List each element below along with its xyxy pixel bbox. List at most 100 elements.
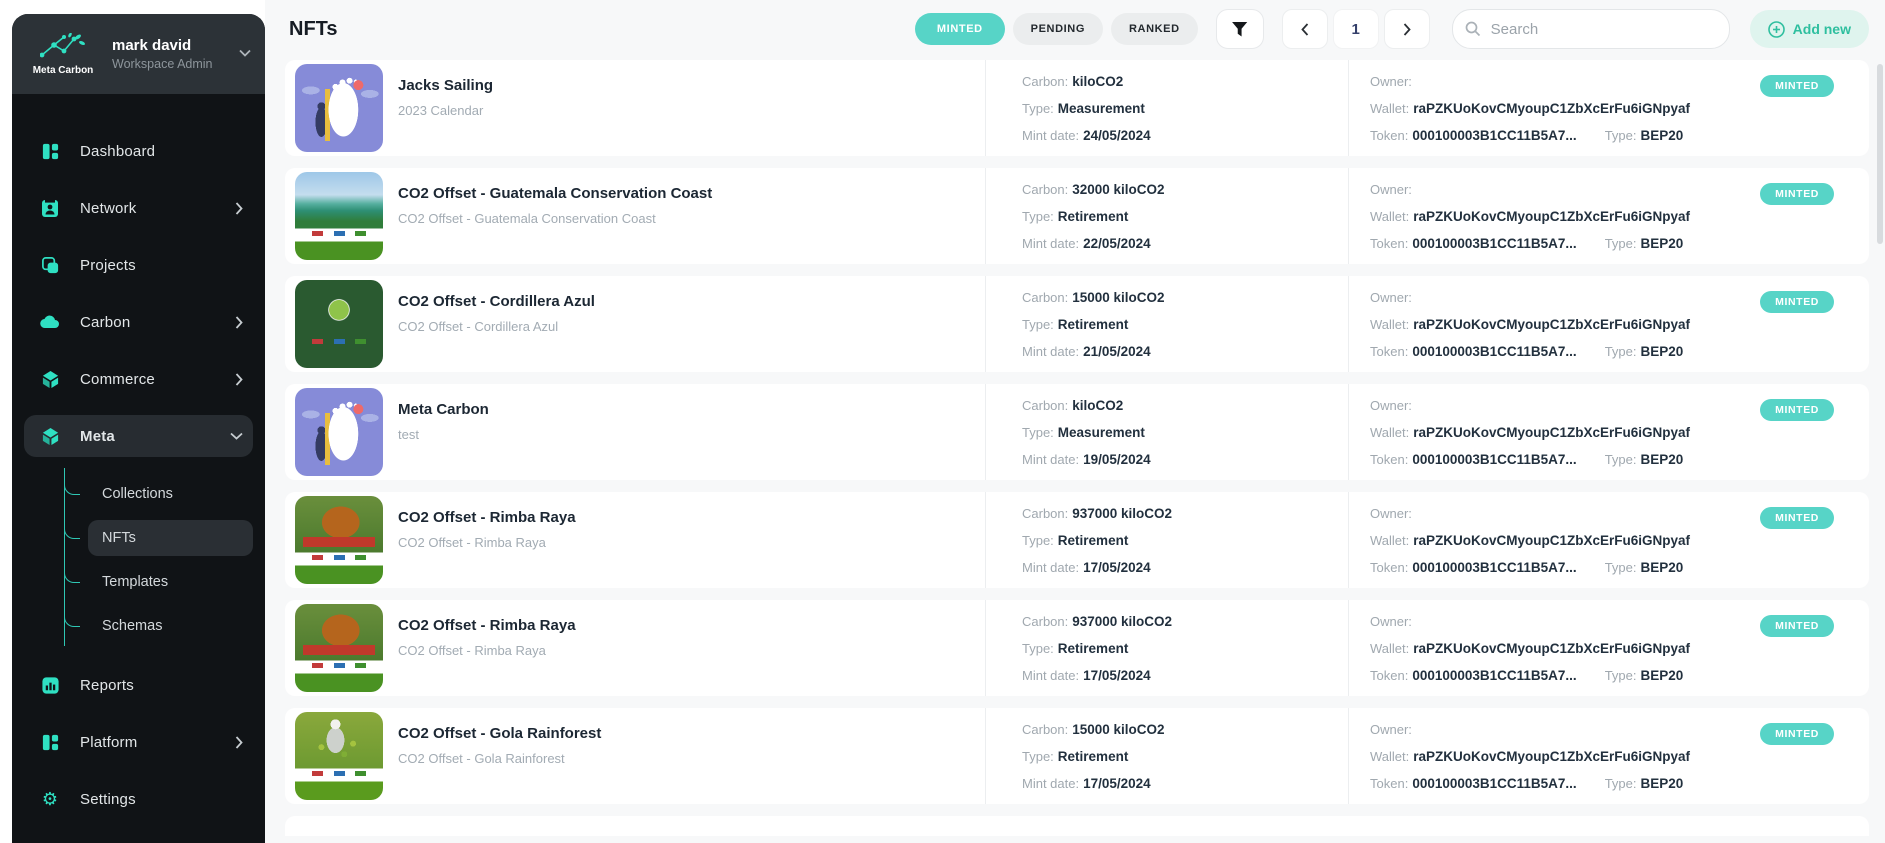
column-divider	[985, 60, 986, 156]
vertical-scrollbar[interactable]	[1877, 64, 1883, 244]
projects-icon	[38, 256, 62, 275]
nft-owner-details: Owner: Wallet:raPZKUoKovCMyoupC1ZbXcErFu…	[1370, 492, 1690, 588]
type-field: Type:Retirement	[1022, 749, 1165, 764]
filter-tab-minted[interactable]: MINTED	[915, 13, 1005, 45]
sidebar-item-label: Settings	[80, 791, 136, 808]
sidebar-item-platform[interactable]: Platform	[24, 721, 253, 763]
tree-branch	[64, 478, 80, 495]
nft-row[interactable]: Jacks Sailing 2023 Calendar Carbon:kiloC…	[285, 60, 1869, 156]
nft-row[interactable]: CO2 Offset - Cordillera Azul CO2 Offset …	[285, 276, 1869, 372]
wallet-field: Wallet:raPZKUoKovCMyoupC1ZbXcErFu6iGNpya…	[1370, 425, 1690, 440]
user-name: mark david	[112, 37, 213, 54]
owner-field: Owner:	[1370, 290, 1690, 305]
carbon-field: Carbon:15000 kiloCO2	[1022, 722, 1165, 737]
meta-submenu: Collections NFTs Templates Schemas	[64, 476, 253, 652]
token-line: Token:000100003B1CC11B5A7... Type:BEP20	[1370, 128, 1690, 143]
token-line: Token:000100003B1CC11B5A7... Type:BEP20	[1370, 452, 1690, 467]
column-divider	[1348, 60, 1349, 156]
filter-tab-pending[interactable]: PENDING	[1013, 13, 1103, 45]
nft-carbon-details: Carbon:937000 kiloCO2 Type:Retirement Mi…	[1022, 600, 1172, 696]
page-header: NFTs MINTED PENDING RANKED 1	[265, 0, 1885, 58]
sidebar-item-schemas[interactable]: Schemas	[88, 608, 253, 644]
nft-row[interactable]: CO2 Offset - Rimba Raya CO2 Offset - Rim…	[285, 600, 1869, 696]
sidebar-item-label: Platform	[80, 734, 137, 751]
reports-chart-icon	[38, 676, 62, 695]
nft-carbon-details: Carbon:kiloCO2 Type:Measurement Mint dat…	[1022, 60, 1151, 156]
nft-row[interactable]: CO2 Offset - Rimba Raya CO2 Offset - Rim…	[285, 492, 1869, 588]
meta-carbon-logo-icon	[40, 33, 86, 63]
prev-page-button[interactable]	[1282, 9, 1328, 49]
chevron-right-icon	[235, 202, 243, 215]
column-divider	[985, 708, 986, 804]
status-badge: MINTED	[1760, 291, 1834, 313]
page-title: NFTs	[289, 18, 338, 41]
sidebar-item-label: Commerce	[80, 371, 155, 388]
sidebar-item-commerce[interactable]: Commerce	[24, 358, 253, 400]
chevron-down-icon[interactable]	[239, 44, 251, 60]
tree-branch	[64, 610, 80, 627]
sidebar-item-templates[interactable]: Templates	[88, 564, 253, 600]
filter-button[interactable]	[1216, 9, 1264, 49]
status-badge: MINTED	[1760, 75, 1834, 97]
sidebar-item-label: Reports	[80, 677, 134, 694]
carbon-field: Carbon:15000 kiloCO2	[1022, 290, 1165, 305]
type-field: Type:Retirement	[1022, 533, 1172, 548]
status-badge: MINTED	[1760, 399, 1834, 421]
column-divider	[985, 600, 986, 696]
token-field: Token:000100003B1CC11B5A7...	[1370, 560, 1577, 575]
nft-carbon-details: Carbon:15000 kiloCO2 Type:Retirement Min…	[1022, 276, 1165, 372]
token-type-field: Type:BEP20	[1605, 776, 1684, 791]
token-type-field: Type:BEP20	[1605, 668, 1684, 683]
sidebar-item-nfts[interactable]: NFTs	[88, 520, 253, 556]
mint-date-field: Mint date:19/05/2024	[1022, 452, 1151, 467]
sidebar-item-projects[interactable]: Projects	[24, 244, 253, 286]
token-field: Token:000100003B1CC11B5A7...	[1370, 344, 1577, 359]
nft-owner-details: Owner: Wallet:raPZKUoKovCMyoupC1ZbXcErFu…	[1370, 168, 1690, 264]
nft-row-partial[interactable]	[285, 816, 1869, 836]
add-new-button[interactable]: Add new	[1750, 10, 1869, 48]
token-line: Token:000100003B1CC11B5A7... Type:BEP20	[1370, 776, 1690, 791]
sidebar-item-dashboard[interactable]: Dashboard	[24, 130, 253, 172]
search-input[interactable]	[1489, 20, 1717, 39]
next-page-button[interactable]	[1384, 9, 1430, 49]
token-field: Token:000100003B1CC11B5A7...	[1370, 668, 1577, 683]
sidebar-item-network[interactable]: Network	[24, 187, 253, 229]
chevron-right-icon	[1403, 23, 1411, 36]
nft-row[interactable]: CO2 Offset - Gola Rainforest CO2 Offset …	[285, 708, 1869, 804]
header-controls: MINTED PENDING RANKED 1 Add n	[915, 9, 1869, 49]
column-divider	[1348, 600, 1349, 696]
sidebar-item-collections[interactable]: Collections	[88, 476, 253, 512]
nft-owner-details: Owner: Wallet:raPZKUoKovCMyoupC1ZbXcErFu…	[1370, 600, 1690, 696]
mint-date-field: Mint date:24/05/2024	[1022, 128, 1151, 143]
column-divider	[1348, 276, 1349, 372]
sidebar-item-carbon[interactable]: Carbon	[24, 301, 253, 343]
chevron-down-icon	[230, 432, 243, 440]
filter-tab-ranked[interactable]: RANKED	[1111, 13, 1198, 45]
token-field: Token:000100003B1CC11B5A7...	[1370, 128, 1577, 143]
sidebar-item-reports[interactable]: Reports	[24, 664, 253, 706]
wallet-field: Wallet:raPZKUoKovCMyoupC1ZbXcErFu6iGNpya…	[1370, 101, 1690, 116]
sidebar-item-label: Projects	[80, 257, 136, 274]
nft-owner-details: Owner: Wallet:raPZKUoKovCMyoupC1ZbXcErFu…	[1370, 384, 1690, 480]
platform-icon	[38, 733, 62, 752]
carbon-field: Carbon:937000 kiloCO2	[1022, 614, 1172, 629]
wallet-field: Wallet:raPZKUoKovCMyoupC1ZbXcErFu6iGNpya…	[1370, 533, 1690, 548]
token-type-field: Type:BEP20	[1605, 560, 1684, 575]
column-divider	[985, 276, 986, 372]
token-field: Token:000100003B1CC11B5A7...	[1370, 452, 1577, 467]
column-divider	[1348, 708, 1349, 804]
workspace-header[interactable]: Meta Carbon mark david Workspace Admin	[12, 14, 265, 94]
chevron-right-icon	[235, 373, 243, 386]
sidebar-subitem-label: Templates	[102, 574, 168, 590]
type-field: Type:Retirement	[1022, 641, 1172, 656]
nft-thumbnail	[295, 172, 383, 260]
nft-row[interactable]: Meta Carbon test Carbon:kiloCO2 Type:Mea…	[285, 384, 1869, 480]
status-badge: MINTED	[1760, 615, 1834, 637]
sidebar-item-settings[interactable]: ⚙ Settings	[24, 778, 253, 820]
token-type-field: Type:BEP20	[1605, 344, 1684, 359]
token-line: Token:000100003B1CC11B5A7... Type:BEP20	[1370, 236, 1690, 251]
sidebar-item-meta[interactable]: Meta	[24, 415, 253, 457]
nft-row[interactable]: CO2 Offset - Guatemala Conservation Coas…	[285, 168, 1869, 264]
wallet-field: Wallet:raPZKUoKovCMyoupC1ZbXcErFu6iGNpya…	[1370, 749, 1690, 764]
token-field: Token:000100003B1CC11B5A7...	[1370, 236, 1577, 251]
